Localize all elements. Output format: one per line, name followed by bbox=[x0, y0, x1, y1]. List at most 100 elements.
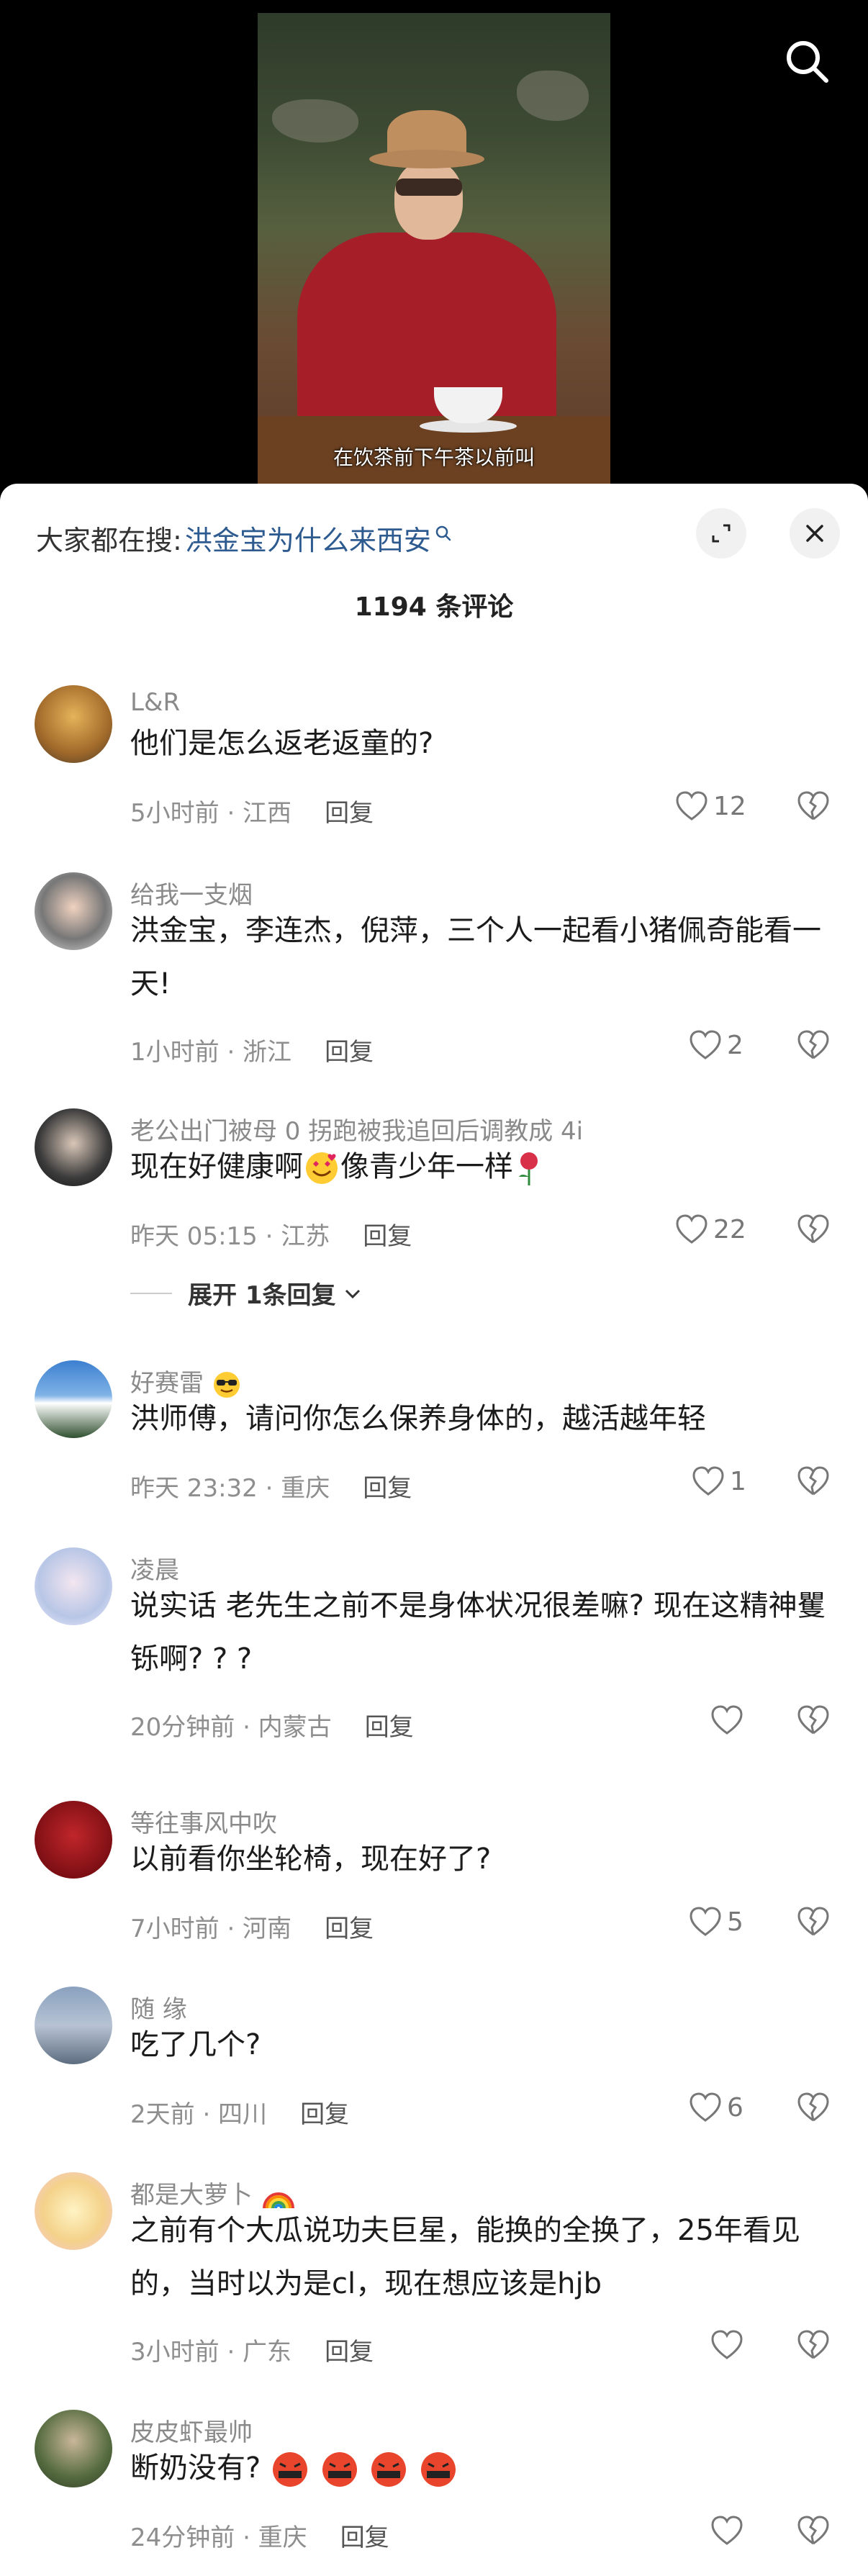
reply-button[interactable]: 回复 bbox=[325, 1909, 374, 1944]
comment-time-location: 1小时前 · 浙江 bbox=[130, 1038, 292, 1067]
comment-item: 随 缘 吃了几个? 2天前 · 四川 回复 6 bbox=[0, 1987, 868, 2159]
comment-meta: 20分钟前 · 内蒙古 回复 bbox=[130, 1707, 414, 1743]
comments-header: 大家都在搜: 洪金宝为什么来西安 1194 条评论 bbox=[0, 484, 868, 628]
like-button[interactable] bbox=[710, 1704, 749, 1736]
broken-heart-icon[interactable] bbox=[796, 790, 831, 825]
comment-username[interactable]: L&R bbox=[130, 688, 180, 717]
rose-emoji bbox=[519, 1152, 538, 1185]
heart-icon bbox=[711, 1705, 743, 1735]
reply-button[interactable]: 回复 bbox=[363, 1468, 412, 1504]
reply-button[interactable]: 回复 bbox=[325, 2332, 374, 2367]
comment-time-location: 昨天 23:32 · 重庆 bbox=[130, 1474, 330, 1503]
comment-meta: 24分钟前 · 重庆 回复 bbox=[130, 2518, 389, 2553]
like-button[interactable]: 1 bbox=[691, 1465, 746, 1497]
comment-time-location: 20分钟前 · 内蒙古 bbox=[130, 1713, 332, 1742]
like-button[interactable]: 5 bbox=[688, 1906, 743, 1938]
comment-time-location: 7小时前 · 河南 bbox=[130, 1915, 292, 1943]
reply-button[interactable]: 回复 bbox=[363, 1216, 412, 1252]
background-rock bbox=[272, 99, 358, 143]
avatar[interactable] bbox=[35, 685, 112, 763]
comment-meta: 7小时前 · 河南 回复 bbox=[130, 1909, 374, 1944]
comment-text: 吃了几个? bbox=[130, 2028, 261, 2061]
comment-time-location: 昨天 05:15 · 江苏 bbox=[130, 1222, 330, 1251]
comment-time-location: 24分钟前 · 重庆 bbox=[130, 2523, 307, 2552]
hot-search-term[interactable]: 洪金宝为什么来西安 bbox=[185, 518, 431, 558]
reply-button[interactable]: 回复 bbox=[340, 2518, 389, 2553]
like-button[interactable]: 2 bbox=[688, 1029, 743, 1061]
comments-sheet: 大家都在搜: 洪金宝为什么来西安 1194 条评论 L&R 他们是怎么返老返童的… bbox=[0, 484, 868, 2576]
broken-heart-icon[interactable] bbox=[796, 1704, 831, 1739]
comment-time-location: 3小时前 · 广东 bbox=[130, 2338, 292, 2367]
comment-text: 以前看你坐轮椅，现在好了? bbox=[130, 1843, 492, 1876]
comment-text: 洪金宝，李连杰，倪萍，三个人一起看小猪佩奇能看一天! bbox=[130, 914, 821, 1000]
broken-heart-icon[interactable] bbox=[796, 1906, 831, 1940]
heart-icon bbox=[690, 1907, 721, 1936]
avatar[interactable] bbox=[35, 1801, 112, 1879]
comment-meta: 1小时前 · 浙江 回复 bbox=[130, 1032, 374, 1067]
close-icon[interactable] bbox=[790, 508, 840, 559]
reply-button[interactable]: 回复 bbox=[325, 793, 374, 828]
avatar[interactable] bbox=[35, 872, 112, 950]
reply-button[interactable]: 回复 bbox=[365, 1707, 414, 1743]
comment-item: 给我一支烟 洪金宝，李连杰，倪萍，三个人一起看小猪佩奇能看一天! 1小时前 · … bbox=[0, 872, 868, 1095]
like-count: 2 bbox=[727, 1030, 743, 1060]
heart-icon bbox=[711, 2516, 743, 2545]
heart-icon bbox=[676, 791, 707, 821]
expand-icon[interactable] bbox=[696, 508, 746, 559]
broken-heart-icon[interactable] bbox=[796, 1029, 831, 1064]
like-count: 6 bbox=[727, 2092, 743, 2123]
like-button[interactable]: 22 bbox=[674, 1214, 746, 1245]
divider bbox=[130, 1292, 172, 1294]
broken-heart-icon[interactable] bbox=[796, 2329, 831, 2364]
like-button[interactable] bbox=[710, 2329, 749, 2361]
comment-meta: 昨天 23:32 · 重庆 回复 bbox=[130, 1468, 412, 1504]
video-player[interactable]: 在饮茶前下午茶以前叫 bbox=[0, 0, 868, 504]
avatar[interactable] bbox=[35, 1987, 112, 2064]
comment-count: 1194 条评论 bbox=[354, 592, 514, 622]
comment-meta: 2天前 · 四川 回复 bbox=[130, 2094, 349, 2130]
expand-replies-label: 展开 1条回复 bbox=[188, 1281, 336, 1310]
avatar[interactable] bbox=[35, 2410, 112, 2487]
face-with-symbols-emoji bbox=[322, 2452, 357, 2487]
avatar[interactable] bbox=[35, 1108, 112, 1186]
search-icon[interactable] bbox=[782, 36, 832, 86]
expand-replies-button[interactable]: 展开 1条回复 bbox=[130, 1275, 363, 1311]
reply-button[interactable]: 回复 bbox=[300, 2094, 349, 2130]
heart-icon bbox=[711, 2330, 743, 2359]
broken-heart-icon[interactable] bbox=[796, 2515, 831, 2549]
comment-text-part: 现在好健康啊 bbox=[130, 1150, 303, 1183]
comment-item: 老公出门被母 0 拐跑被我追回后调教成 4i 现在好健康啊 像青少年一样 昨天 0… bbox=[0, 1108, 868, 1346]
video-frame[interactable]: 在饮茶前下午茶以前叫 bbox=[258, 13, 610, 489]
comment-text-part: 断奶没有? bbox=[130, 2451, 261, 2485]
face-with-symbols-emoji bbox=[371, 2452, 407, 2487]
reply-button[interactable]: 回复 bbox=[325, 1032, 374, 1067]
heart-icon bbox=[692, 1466, 724, 1496]
avatar[interactable] bbox=[35, 1547, 112, 1625]
comment-item: 等往事风中吹 以前看你坐轮椅，现在好了? 7小时前 · 河南 回复 5 bbox=[0, 1801, 868, 1974]
comment-text: 之前有个大瓜说功夫巨星，能换的全换了，25年看见的，当时以为是cl，现在想应该是… bbox=[130, 2214, 800, 2300]
like-button[interactable] bbox=[710, 2515, 749, 2546]
hot-search-prefix: 大家都在搜: bbox=[36, 525, 182, 556]
comment-meta: 昨天 05:15 · 江苏 回复 bbox=[130, 1216, 412, 1252]
avatar[interactable] bbox=[35, 2172, 112, 2250]
heart-icon bbox=[690, 1030, 721, 1059]
hot-search-bar[interactable]: 大家都在搜: 洪金宝为什么来西安 bbox=[36, 518, 453, 558]
like-button[interactable]: 6 bbox=[688, 2092, 743, 2123]
heart-icon bbox=[690, 2092, 721, 2122]
search-icon bbox=[435, 525, 451, 541]
comment-text: 断奶没有? bbox=[130, 2441, 836, 2495]
heart-icon bbox=[676, 1214, 707, 1244]
comment-time-location: 5小时前 · 江西 bbox=[130, 799, 292, 828]
avatar[interactable] bbox=[35, 1360, 112, 1438]
person-face bbox=[394, 161, 463, 240]
background-rock bbox=[517, 71, 589, 121]
face-with-symbols-emoji bbox=[421, 2452, 456, 2487]
broken-heart-icon[interactable] bbox=[796, 1214, 831, 1248]
like-count: 5 bbox=[727, 1907, 743, 1937]
comment-time-location: 2天前 · 四川 bbox=[130, 2100, 268, 2129]
broken-heart-icon[interactable] bbox=[796, 1465, 831, 1500]
like-button[interactable]: 12 bbox=[674, 790, 746, 822]
video-subtitle: 在饮茶前下午茶以前叫 bbox=[333, 446, 535, 469]
person-glasses bbox=[396, 178, 462, 196]
broken-heart-icon[interactable] bbox=[796, 2092, 831, 2126]
